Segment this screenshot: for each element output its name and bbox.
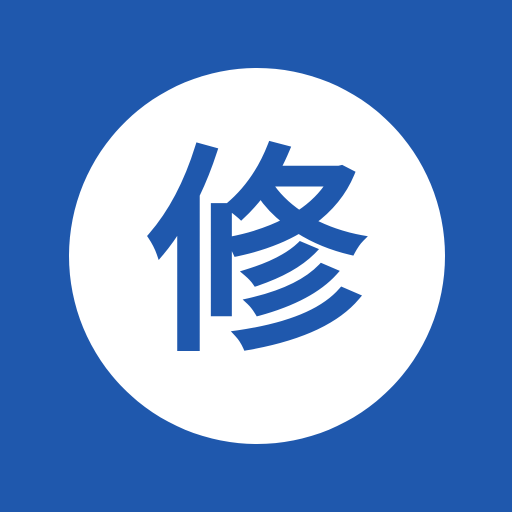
character-glyph: 修 (146, 126, 367, 382)
app-icon[interactable]: 修 (0, 0, 512, 512)
circle-badge: 修 (69, 68, 445, 444)
